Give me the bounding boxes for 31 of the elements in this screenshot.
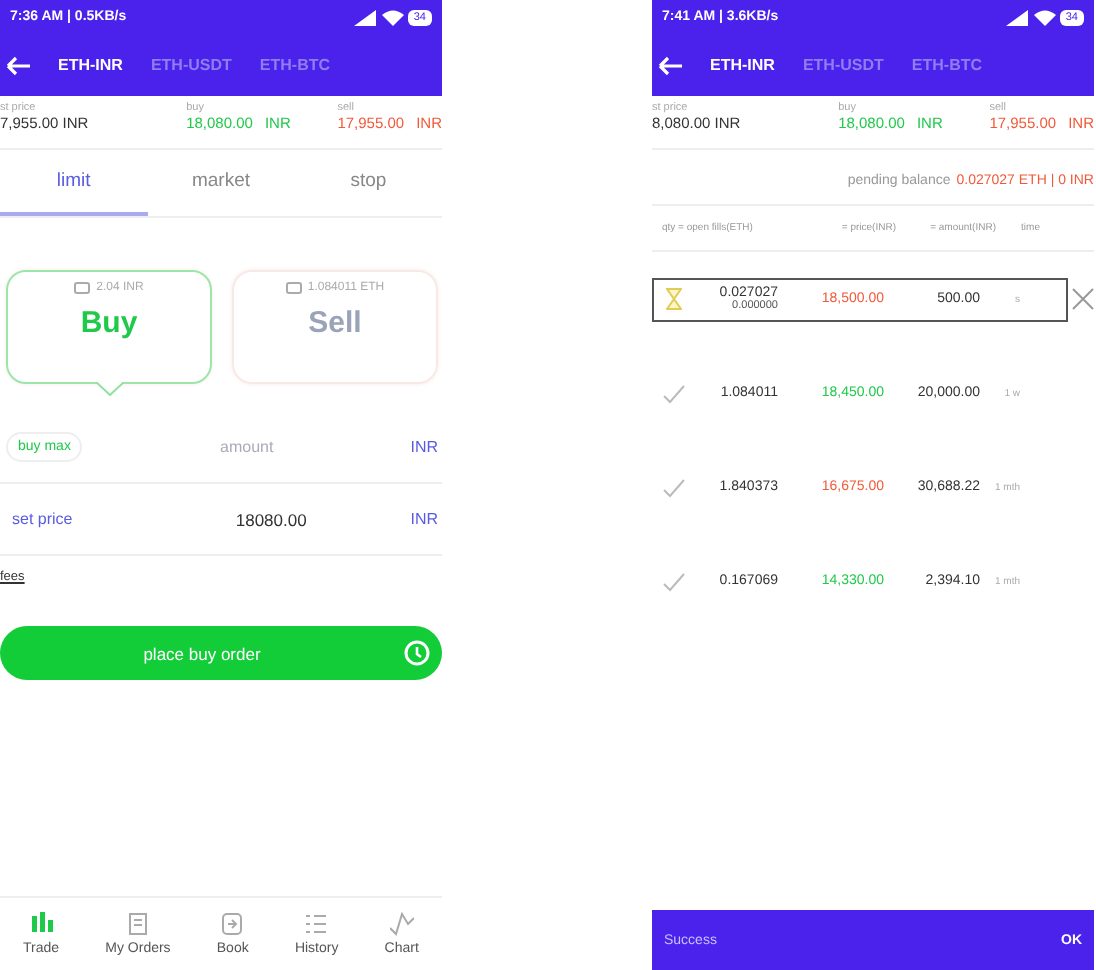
side-label: Buy <box>80 306 138 340</box>
price-field[interactable]: 18080.00 <box>132 509 411 529</box>
set-price-label: set price <box>12 510 75 528</box>
wifi-icon <box>1033 9 1056 25</box>
line-chart-icon <box>389 912 414 936</box>
check-icon <box>662 383 686 403</box>
list-icon <box>304 912 329 936</box>
check-icon <box>662 477 686 497</box>
signal-icon <box>353 9 378 25</box>
back-arrow-icon[interactable] <box>658 55 682 75</box>
signal-icon <box>1005 9 1030 25</box>
currency-unit: INR <box>410 438 438 456</box>
order-type-tab[interactable]: market <box>147 150 295 216</box>
check-icon <box>662 571 686 591</box>
wallet-icon <box>74 282 91 294</box>
amount-field[interactable]: amount <box>82 438 411 456</box>
side-label: Sell <box>308 306 362 340</box>
back-arrow-icon[interactable] <box>6 55 30 75</box>
bar-chart-icon <box>29 912 54 936</box>
currency-unit: INR <box>410 510 438 528</box>
order-type-tab[interactable]: limit <box>0 150 148 216</box>
pair-tab[interactable]: ETH-INR <box>58 56 123 74</box>
hourglass-icon <box>666 288 682 310</box>
close-icon[interactable] <box>1072 288 1094 310</box>
clock-icon <box>404 640 430 666</box>
order-type-tab[interactable]: stop <box>294 150 443 216</box>
pair-tab[interactable]: ETH-INR <box>710 56 775 74</box>
wallet-icon <box>285 282 302 294</box>
wifi-icon <box>381 9 404 25</box>
document-icon <box>125 912 150 936</box>
card-pointer-icon <box>95 382 123 396</box>
